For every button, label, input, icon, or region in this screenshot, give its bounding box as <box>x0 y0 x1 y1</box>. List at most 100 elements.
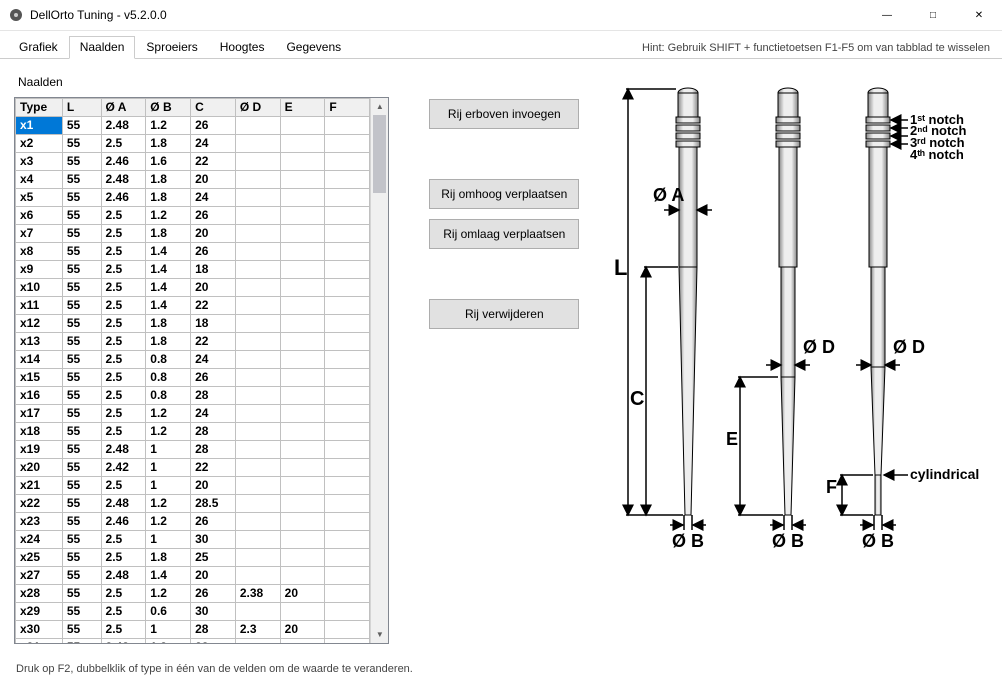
table-row[interactable]: x8552.51.426 <box>16 243 370 261</box>
table-cell[interactable]: 1.2 <box>146 405 191 423</box>
table-cell[interactable]: 55 <box>62 207 101 225</box>
table-row[interactable]: x18552.51.228 <box>16 423 370 441</box>
table-cell[interactable]: 1.4 <box>146 261 191 279</box>
scroll-down-arrow-icon[interactable]: ▼ <box>371 626 388 643</box>
table-cell[interactable]: 2.48 <box>101 171 146 189</box>
table-row[interactable]: x20552.42122 <box>16 459 370 477</box>
table-cell[interactable] <box>235 153 280 171</box>
table-cell[interactable] <box>280 297 325 315</box>
table-row[interactable]: x28552.51.2262.3820 <box>16 585 370 603</box>
table-cell[interactable] <box>280 333 325 351</box>
table-cell[interactable]: 22 <box>191 297 236 315</box>
table-row[interactable]: x23552.461.226 <box>16 513 370 531</box>
table-cell[interactable]: 2.48 <box>101 495 146 513</box>
table-cell[interactable]: 55 <box>62 621 101 639</box>
table-cell[interactable] <box>235 567 280 585</box>
table-cell[interactable]: 55 <box>62 261 101 279</box>
table-cell[interactable] <box>325 243 370 261</box>
table-cell[interactable] <box>325 423 370 441</box>
table-cell[interactable]: 55 <box>62 225 101 243</box>
table-cell[interactable] <box>235 261 280 279</box>
table-cell[interactable]: 22 <box>191 153 236 171</box>
table-row[interactable]: x30552.51282.320 <box>16 621 370 639</box>
table-cell[interactable] <box>325 225 370 243</box>
table-cell[interactable]: x24 <box>16 531 63 549</box>
table-cell[interactable]: 22 <box>191 459 236 477</box>
table-cell[interactable]: 1 <box>146 441 191 459</box>
table-cell[interactable]: 18 <box>191 261 236 279</box>
table-row[interactable]: x15552.50.826 <box>16 369 370 387</box>
table-cell[interactable]: 2.5 <box>101 135 146 153</box>
table-cell[interactable]: 55 <box>62 603 101 621</box>
table-cell[interactable]: 28 <box>191 387 236 405</box>
table-row[interactable]: x17552.51.224 <box>16 405 370 423</box>
table-cell[interactable]: 55 <box>62 567 101 585</box>
table-cell[interactable]: 24 <box>191 351 236 369</box>
table-cell[interactable] <box>280 261 325 279</box>
table-row[interactable]: x21552.5120 <box>16 477 370 495</box>
close-button[interactable]: ✕ <box>956 0 1002 30</box>
table-cell[interactable] <box>235 279 280 297</box>
table-cell[interactable] <box>325 207 370 225</box>
table-row[interactable]: x24552.5130 <box>16 531 370 549</box>
table-cell[interactable]: 20 <box>191 171 236 189</box>
maximize-button[interactable]: □ <box>910 0 956 30</box>
table-row[interactable]: x4552.481.820 <box>16 171 370 189</box>
table-cell[interactable] <box>325 639 370 644</box>
table-cell[interactable]: 26 <box>191 585 236 603</box>
table-cell[interactable]: x2 <box>16 135 63 153</box>
table-cell[interactable]: 55 <box>62 351 101 369</box>
table-cell[interactable]: 24 <box>191 405 236 423</box>
table-cell[interactable]: x1 <box>16 117 63 135</box>
table-cell[interactable]: 2.5 <box>101 621 146 639</box>
minimize-button[interactable]: — <box>864 0 910 30</box>
table-cell[interactable]: 55 <box>62 459 101 477</box>
table-cell[interactable] <box>235 297 280 315</box>
table-cell[interactable]: 26 <box>191 513 236 531</box>
table-cell[interactable]: 1.4 <box>146 279 191 297</box>
table-cell[interactable]: 2.38 <box>235 585 280 603</box>
table-cell[interactable]: 55 <box>62 243 101 261</box>
move-row-down-button[interactable]: Rij omlaag verplaatsen <box>429 219 579 249</box>
table-cell[interactable] <box>280 171 325 189</box>
table-cell[interactable]: 1 <box>146 621 191 639</box>
table-row[interactable]: x2552.51.824 <box>16 135 370 153</box>
table-cell[interactable]: x28 <box>16 585 63 603</box>
table-cell[interactable]: 2.5 <box>101 351 146 369</box>
move-row-up-button[interactable]: Rij omhoog verplaatsen <box>429 179 579 209</box>
table-cell[interactable]: x20 <box>16 459 63 477</box>
table-cell[interactable] <box>325 387 370 405</box>
table-cell[interactable] <box>325 405 370 423</box>
table-cell[interactable]: x22 <box>16 495 63 513</box>
table-cell[interactable] <box>325 531 370 549</box>
table-cell[interactable] <box>280 369 325 387</box>
table-cell[interactable] <box>280 603 325 621</box>
table-cell[interactable] <box>325 459 370 477</box>
table-cell[interactable]: 22 <box>191 333 236 351</box>
table-cell[interactable] <box>280 351 325 369</box>
table-cell[interactable]: 20 <box>280 585 325 603</box>
table-row[interactable]: x9552.51.418 <box>16 261 370 279</box>
table-cell[interactable] <box>325 549 370 567</box>
table-row[interactable]: x19552.48128 <box>16 441 370 459</box>
table-cell[interactable] <box>325 621 370 639</box>
table-cell[interactable]: 2.42 <box>101 459 146 477</box>
table-cell[interactable] <box>325 279 370 297</box>
table-cell[interactable] <box>280 117 325 135</box>
table-cell[interactable]: 30 <box>191 531 236 549</box>
table-cell[interactable] <box>235 603 280 621</box>
col-header[interactable]: Ø A <box>101 99 146 117</box>
table-cell[interactable]: 2.5 <box>101 315 146 333</box>
table-row[interactable]: x6552.51.226 <box>16 207 370 225</box>
table-cell[interactable] <box>280 549 325 567</box>
scroll-up-arrow-icon[interactable]: ▲ <box>371 98 388 115</box>
table-cell[interactable]: 55 <box>62 639 101 644</box>
table-cell[interactable]: 0.8 <box>146 369 191 387</box>
needle-table[interactable]: TypeLØ AØ BCØ DEF x1552.481.226x2552.51.… <box>15 98 370 643</box>
table-cell[interactable]: 1.4 <box>146 567 191 585</box>
table-cell[interactable]: 1.2 <box>146 495 191 513</box>
table-cell[interactable]: 18 <box>191 315 236 333</box>
table-row[interactable]: x13552.51.822 <box>16 333 370 351</box>
table-cell[interactable]: 30 <box>191 603 236 621</box>
table-cell[interactable]: 55 <box>62 549 101 567</box>
